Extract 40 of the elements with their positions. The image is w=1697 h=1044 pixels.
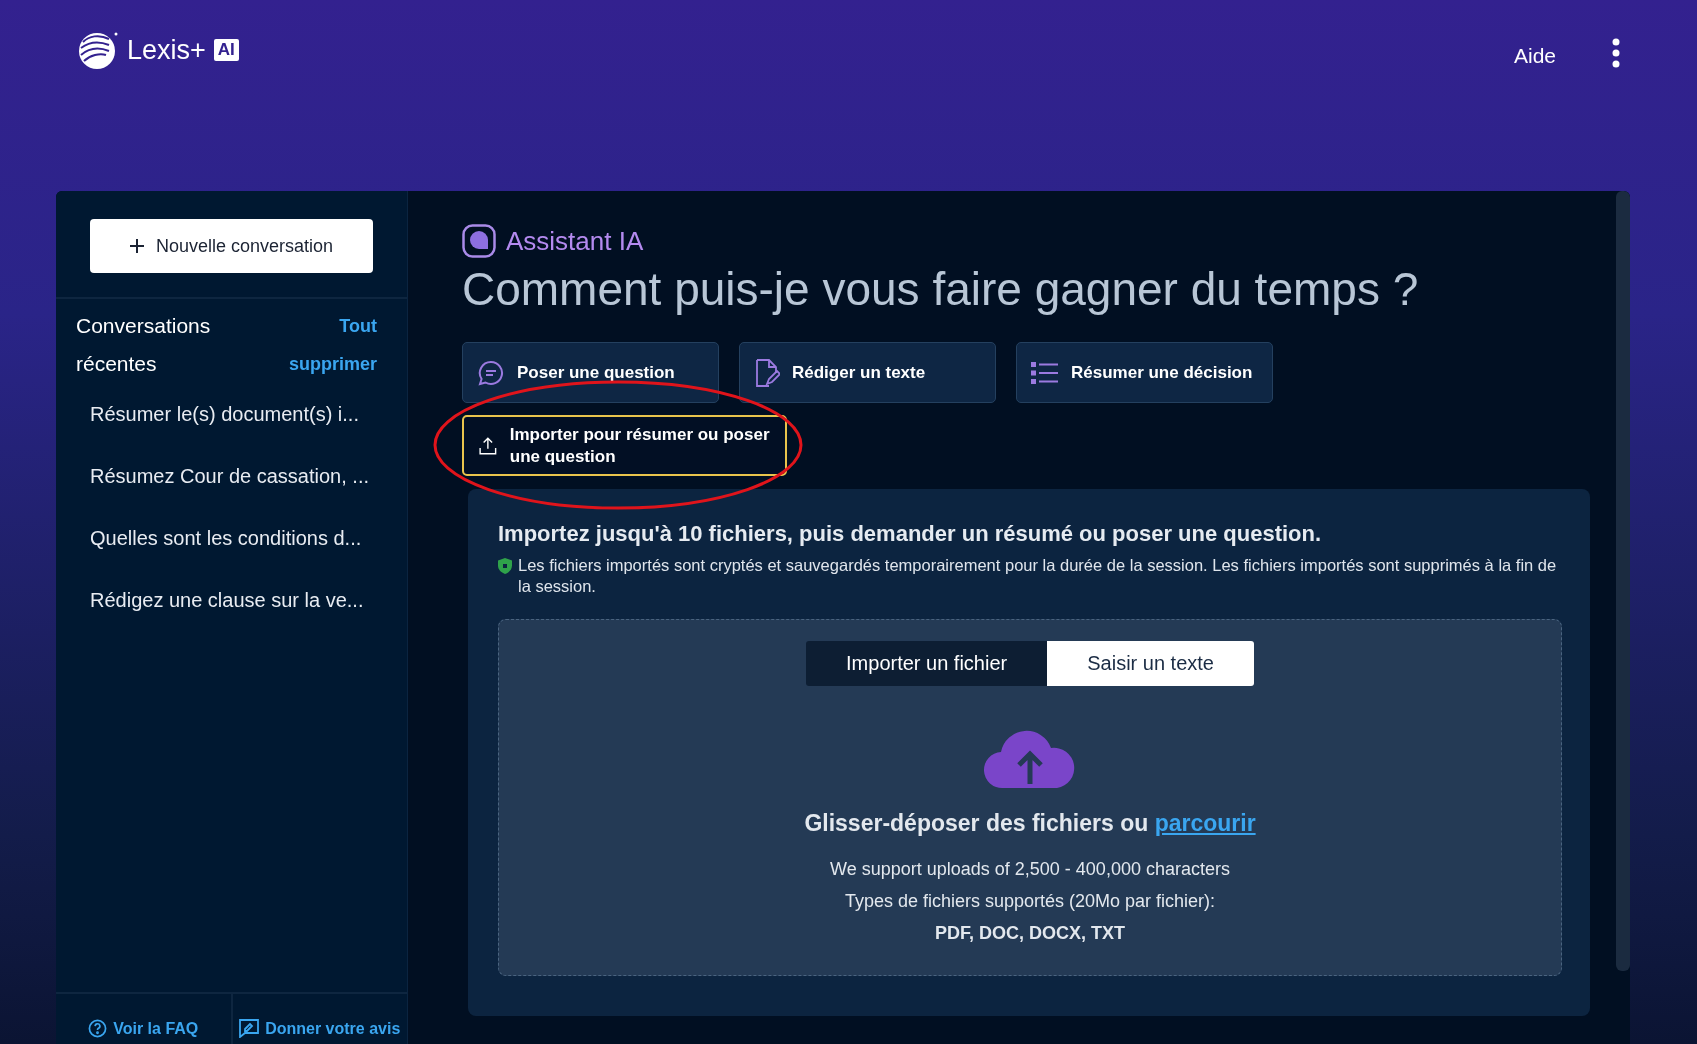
tab[interactable]: Saisir un texte (1047, 641, 1254, 686)
tab[interactable]: Importer un fichier (806, 641, 1048, 686)
conversation-item[interactable]: Résumer le(s) document(s) i... (56, 383, 407, 445)
brand-name: Lexis+ (127, 34, 206, 66)
action-button[interactable]: Résumer une décision (1016, 342, 1273, 403)
supported-formats: PDF, DOC, DOCX, TXT (935, 922, 1125, 945)
brand-badge: AI (213, 39, 239, 61)
conversation-item[interactable]: Résumez Cour de cassation, ... (56, 445, 407, 507)
action-button[interactable]: Poser une question (462, 342, 719, 403)
recent-conversations-title: Conversations récentes (76, 313, 212, 377)
support-info: Types de fichiers supportés (20Mo par fichier): (844, 890, 1216, 913)
list-icon (1031, 360, 1059, 385)
shield-icon (498, 558, 512, 574)
scrollbar[interactable] (1616, 191, 1630, 971)
page-heading: Comment puis-je vous faire gagner du temps ? (462, 262, 1420, 316)
more-menu-icon[interactable] (1611, 38, 1621, 68)
help-link[interactable]: Aide (1513, 44, 1556, 68)
footer-link[interactable]: Voir la FAQ (56, 994, 231, 1044)
chat-bubble-icon (477, 358, 505, 387)
drop-zone[interactable]: Importer un fichier Saisir un texte Glisser-déposer des fichiers ou parcourir We support uploads of 2,500 - 400,000 characters Types de fichiers supportés (20Mo par fichier): PDF, DOC, DOCX, TXT (498, 619, 1562, 976)
action-button[interactable]: Importer pour résumer ou poser une question (462, 415, 787, 476)
delete-all-link[interactable]: Tout supprimer (277, 307, 377, 383)
upload-title: Importez jusqu'à 10 fichiers, puis demander un résumé ou poser une question. (498, 521, 1323, 547)
action-button[interactable]: Rédiger un texte (739, 342, 996, 403)
help-icon (88, 1019, 108, 1038)
drop-instructions: Glisser-déposer des fichiers ou parcourir (804, 810, 1256, 837)
plus-icon (129, 239, 144, 253)
conversation-item[interactable]: Quelles sont les conditions d... (56, 507, 407, 569)
support-info: We support uploads of 2,500 - 400,000 characters (830, 858, 1230, 881)
browse-link[interactable]: parcourir (1154, 810, 1256, 836)
feedback-icon (239, 1019, 260, 1038)
new-conversation-button[interactable]: Nouvelle conversation (90, 219, 373, 273)
chat-bubble-icon (462, 224, 496, 258)
globe-logo-icon (77, 30, 119, 70)
document-pen-icon (754, 357, 780, 388)
assistant-label: Assistant IA (506, 225, 644, 257)
conversation-item[interactable]: Rédigez une clause sur la ve... (56, 569, 407, 631)
cloud-upload-icon (983, 728, 1077, 790)
footer-link[interactable]: Donner votre avis (230, 994, 407, 1044)
privacy-note: Les fichiers importés sont cryptés et sauvegardés temporairement pour la durée de la session. Les fichiers importés sont supprimés à la fin de la session. (518, 555, 1558, 597)
